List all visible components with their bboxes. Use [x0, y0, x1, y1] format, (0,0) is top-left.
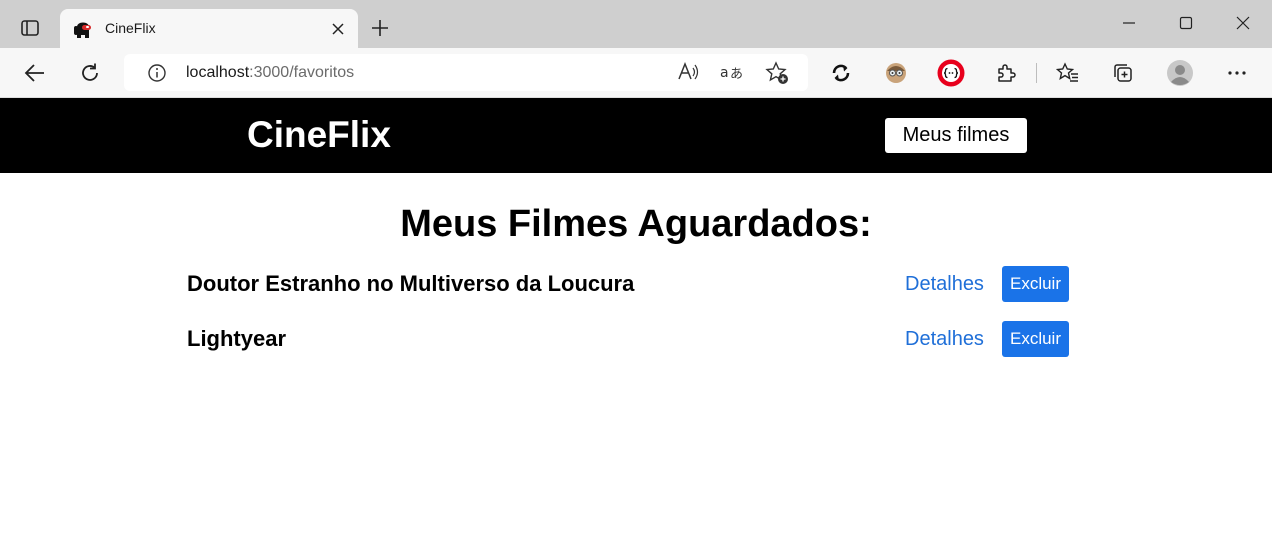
list-item: Lightyear Detalhes Excluir	[187, 320, 1069, 375]
address-bar[interactable]: localhost:3000/favoritos a あ	[124, 54, 808, 91]
movie-title: Lightyear	[187, 326, 287, 351]
extensions-icon	[998, 64, 1016, 82]
plus-icon	[372, 20, 388, 36]
favorites-icon	[1056, 62, 1078, 82]
toolbar-separator	[1036, 63, 1037, 83]
add-favorite-icon[interactable]	[765, 61, 789, 85]
avatar-extension-icon	[886, 63, 906, 83]
among-us-icon	[74, 22, 91, 38]
tab-close-button[interactable]	[328, 19, 348, 39]
json-extension-button[interactable]	[936, 58, 966, 88]
more-options-button[interactable]	[1222, 58, 1252, 88]
details-link[interactable]: Detalhes	[905, 328, 984, 351]
refresh-button[interactable]	[75, 58, 105, 88]
svg-text:a: a	[720, 65, 729, 81]
translate-icon[interactable]: a あ	[720, 61, 744, 83]
window-close-button[interactable]	[1228, 8, 1258, 38]
delete-button[interactable]: Excluir	[1002, 266, 1069, 302]
info-icon[interactable]	[147, 63, 167, 83]
favorites-button[interactable]	[1053, 58, 1083, 88]
refresh-icon	[82, 63, 98, 81]
svg-text:あ: あ	[730, 67, 743, 82]
details-link[interactable]: Detalhes	[905, 273, 984, 296]
movie-title: Doutor Estranho no Multiverso da Loucura	[187, 271, 635, 296]
back-icon	[24, 64, 44, 82]
url-path: :3000/favoritos	[249, 64, 355, 81]
list-item: Doutor Estranho no Multiverso da Loucura…	[187, 265, 1069, 320]
browser-tab-active[interactable]: CineFlix	[60, 9, 358, 49]
my-movies-button[interactable]: Meus filmes	[885, 118, 1027, 153]
sync-extension-icon	[832, 64, 850, 82]
url-text[interactable]: localhost:3000/favoritos	[186, 64, 354, 82]
minimize-button[interactable]	[1114, 8, 1144, 38]
browser-toolbar: localhost:3000/favoritos a あ	[0, 48, 1272, 98]
site-header: CineFlix Meus filmes	[0, 98, 1272, 173]
page-title: Meus Filmes Aguardados:	[400, 203, 872, 245]
profile-button[interactable]	[1165, 58, 1195, 88]
new-tab-button[interactable]	[366, 14, 394, 42]
read-aloud-icon[interactable]	[677, 61, 699, 83]
profile-icon	[1167, 60, 1193, 86]
avatar-extension-button[interactable]	[881, 58, 911, 88]
tab-actions-button[interactable]	[10, 10, 50, 46]
close-icon	[332, 23, 344, 35]
tab-actions-icon	[21, 20, 39, 36]
extensions-button[interactable]	[991, 58, 1021, 88]
movie-list: Doutor Estranho no Multiverso da Loucura…	[187, 265, 1069, 375]
minimize-icon	[1123, 22, 1135, 24]
back-button[interactable]	[20, 58, 50, 88]
more-icon	[1228, 71, 1246, 75]
delete-button[interactable]: Excluir	[1002, 321, 1069, 357]
maximize-button[interactable]	[1171, 8, 1201, 38]
collections-button[interactable]	[1108, 58, 1138, 88]
url-host: localhost	[186, 64, 250, 81]
json-extension-icon	[937, 59, 965, 87]
sync-extension-button[interactable]	[826, 58, 856, 88]
close-icon	[1236, 16, 1250, 30]
tab-title: CineFlix	[105, 20, 156, 36]
browser-tabstrip: CineFlix	[0, 0, 1272, 49]
site-logo[interactable]: CineFlix	[247, 114, 391, 156]
collections-icon	[1114, 64, 1132, 82]
maximize-icon	[1179, 16, 1193, 30]
